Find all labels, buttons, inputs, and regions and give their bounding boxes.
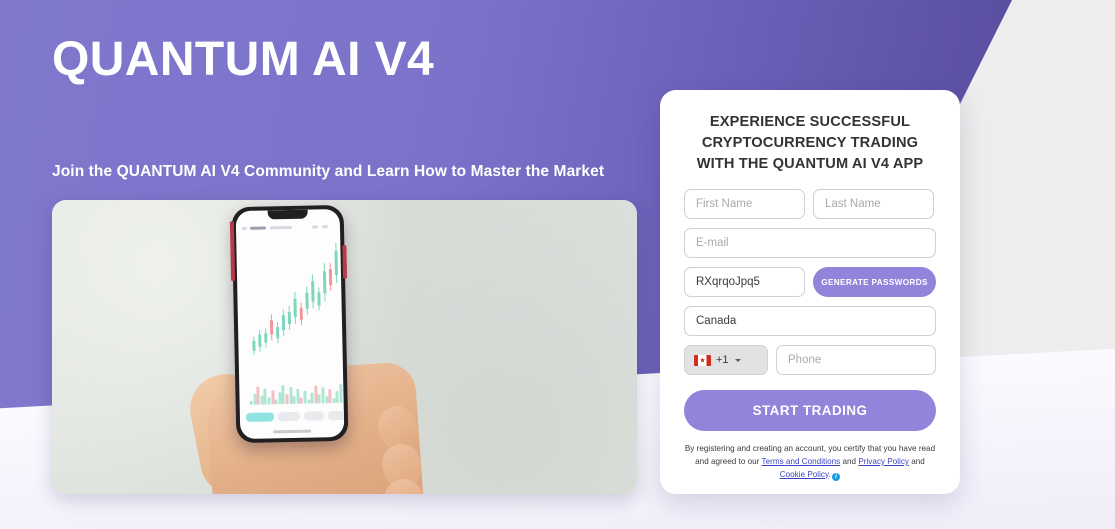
chevron-down-icon [734,358,741,362]
signup-card: EXPERIENCE SUCCESSFUL CRYPTOCURRENCY TRA… [660,90,960,494]
disclaimer-text-part2: and [840,456,859,466]
country-row [684,306,936,336]
legal-disclaimer: By registering and creating an account, … [684,443,936,482]
hero-subtitle: Join the QUANTUM AI V4 Community and Lea… [52,163,605,180]
phone-side-button [229,221,236,282]
signup-title: EXPERIENCE SUCCESSFUL CRYPTOCURRENCY TRA… [696,114,924,172]
terms-and-conditions-link[interactable]: Terms and Conditions [762,457,841,466]
email-input[interactable] [684,228,936,258]
phone-input[interactable] [776,345,936,375]
password-input[interactable] [684,267,805,297]
phone-notch [267,209,308,220]
info-icon[interactable]: i [831,472,841,482]
last-name-input[interactable] [813,189,934,219]
name-row [684,189,936,219]
signup-form: GENERATE PASSWORDS +1 START TRADING By r… [684,189,936,482]
home-indicator [273,429,312,434]
country-code-select[interactable]: +1 [684,345,768,375]
first-name-input[interactable] [684,189,805,219]
password-row: GENERATE PASSWORDS [684,267,936,297]
canada-flag-icon [694,354,711,366]
landing-page: QUANTUM AI V4 Join the QUANTUM AI V4 Com… [0,0,1115,529]
phone-row: +1 [684,345,936,375]
email-row [684,228,936,258]
phone-side-button [342,244,348,279]
app-topbar [241,223,334,232]
start-trading-button[interactable]: START TRADING [684,390,936,431]
hero-image [52,200,637,494]
page-title: QUANTUM AI V4 [52,33,435,86]
disclaimer-text-part3: and [908,456,925,466]
app-action-bar [245,410,345,423]
candlestick-chart [246,243,345,365]
privacy-policy-link[interactable]: Privacy Policy [858,457,909,466]
country-input[interactable] [684,306,936,336]
generate-passwords-button[interactable]: GENERATE PASSWORDS [813,267,936,297]
phone-screen [235,208,345,440]
dial-code-label: +1 [716,354,729,366]
cookie-policy-link[interactable]: Cookie Policy [780,470,829,479]
disclaimer-text-part4: . [828,469,831,479]
volume-bars [249,377,343,405]
smartphone [229,204,349,444]
